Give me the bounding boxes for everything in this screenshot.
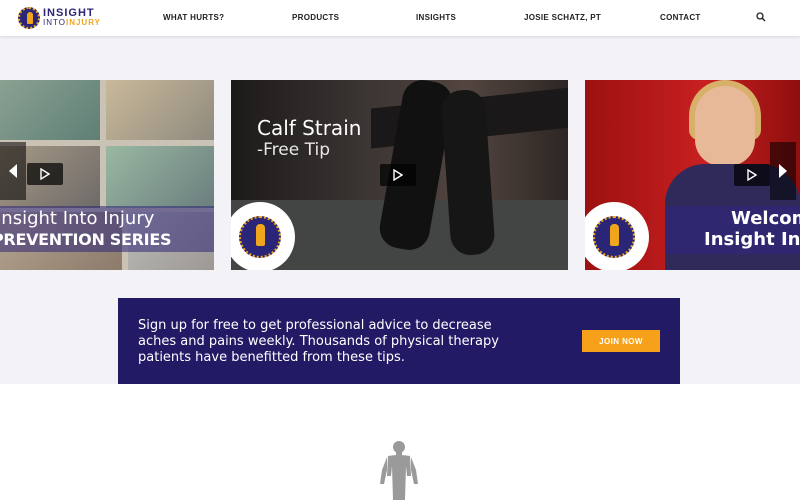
slide-title: Insight Into Injury bbox=[0, 208, 155, 229]
carousel-prev-button[interactable] bbox=[0, 142, 26, 200]
slide-subtitle: PREVENTION SERIES bbox=[0, 230, 172, 249]
brand-badge bbox=[585, 202, 649, 270]
logo-text-into: INTO bbox=[43, 18, 66, 27]
slide-title: Welcome bbox=[731, 208, 800, 229]
site-logo[interactable]: INSIGHT INTOINJURY bbox=[18, 6, 101, 30]
nav-insights[interactable]: INSIGHTS bbox=[416, 13, 456, 22]
chevron-left-icon bbox=[9, 164, 17, 178]
nav-josie-schatz[interactable]: JOSIE SCHATZ, PT bbox=[524, 13, 601, 22]
body-figure-icon[interactable] bbox=[377, 440, 421, 500]
logo-icon bbox=[239, 216, 281, 258]
play-icon bbox=[393, 169, 403, 181]
collage-photo bbox=[106, 80, 214, 140]
logo-text-top: INSIGHT bbox=[43, 7, 95, 19]
search-icon[interactable] bbox=[756, 12, 766, 22]
signup-text: Sign up for free to get professional adv… bbox=[138, 318, 499, 365]
slide-calf-strain[interactable]: Calf Strain -Free Tip bbox=[231, 80, 568, 270]
site-header: INSIGHT INTOINJURY WHAT HURTS? PRODUCTS … bbox=[0, 0, 800, 36]
play-button[interactable] bbox=[27, 163, 63, 185]
slide-title: Calf Strain bbox=[257, 116, 362, 140]
play-icon bbox=[747, 169, 757, 181]
presenter-photo bbox=[695, 86, 755, 166]
slide-welcome[interactable]: Welcome Insight Into bbox=[585, 80, 800, 270]
logo-text-bottom: INTOINJURY bbox=[43, 18, 101, 28]
slide-subtitle: Insight Into bbox=[704, 229, 800, 250]
nav-contact[interactable]: CONTACT bbox=[660, 13, 701, 22]
logo-text-injury: INJURY bbox=[65, 18, 102, 27]
collage-photo bbox=[106, 146, 214, 208]
logo-icon bbox=[18, 7, 40, 29]
play-button[interactable] bbox=[380, 164, 416, 186]
collage-photo bbox=[0, 80, 100, 140]
nav-products[interactable]: PRODUCTS bbox=[292, 13, 339, 22]
brand-badge bbox=[231, 202, 295, 270]
chevron-right-icon bbox=[779, 164, 787, 178]
signup-banner: Sign up for free to get professional adv… bbox=[118, 298, 680, 384]
logo-icon bbox=[593, 216, 635, 258]
play-button[interactable] bbox=[734, 164, 770, 186]
nav-what-hurts[interactable]: WHAT HURTS? bbox=[163, 13, 224, 22]
slide-subtitle: -Free Tip bbox=[257, 140, 330, 160]
join-now-button[interactable]: JOIN NOW bbox=[582, 330, 660, 352]
carousel-next-button[interactable] bbox=[770, 142, 796, 200]
logo-wordmark: INSIGHT INTOINJURY bbox=[43, 8, 101, 28]
play-icon bbox=[40, 168, 50, 180]
slide-prevention-series[interactable]: Insight Into Injury PREVENTION SERIES bbox=[0, 80, 214, 270]
